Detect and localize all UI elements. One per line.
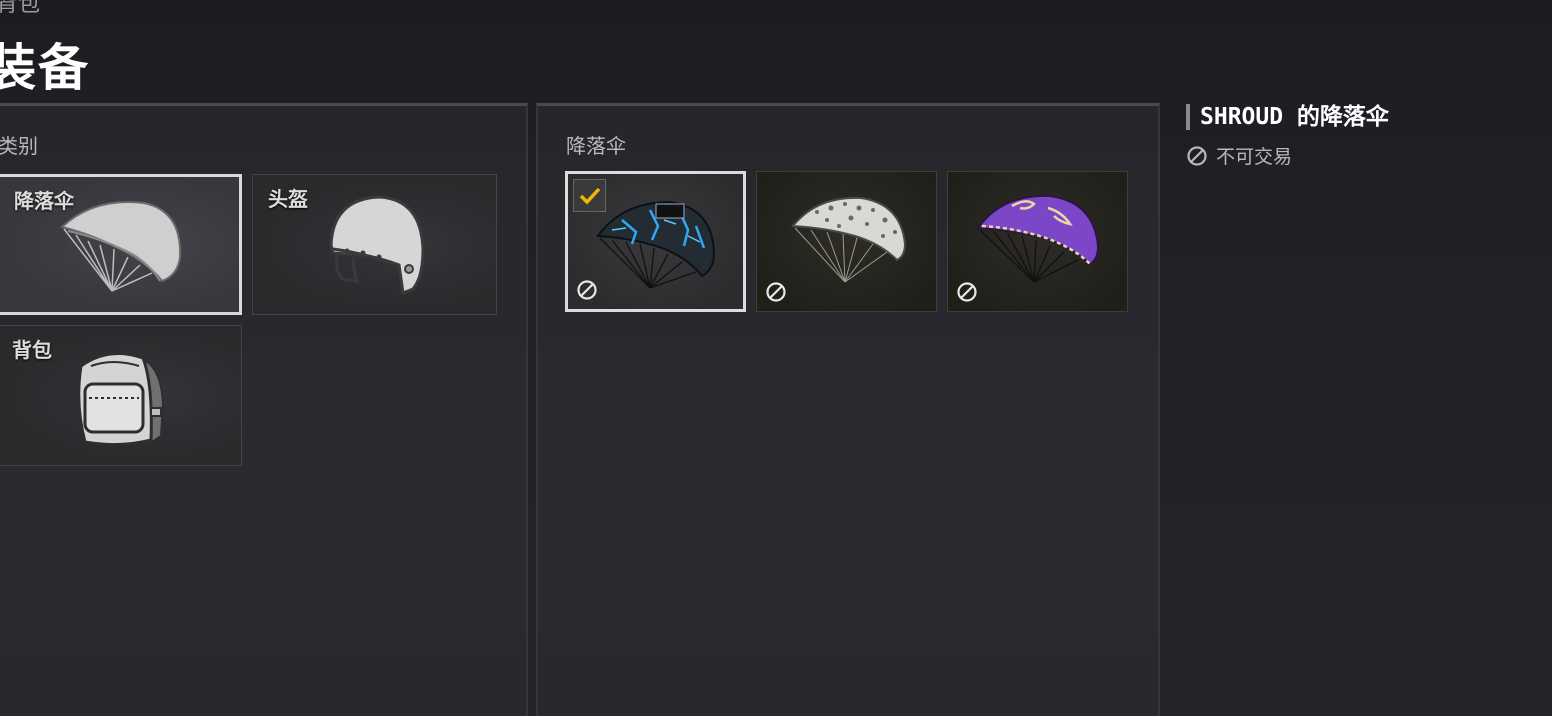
- category-label-helmet: 头盔: [268, 187, 308, 211]
- page-title: 装备: [0, 39, 90, 97]
- item-details: SHROUD 的降落伞 不可交易: [1186, 104, 1389, 169]
- breadcrumb[interactable]: 背包: [0, 0, 40, 18]
- item-details-title: SHROUD 的降落伞: [1186, 104, 1389, 130]
- category-panel: 类别 降落伞 头盔 背包: [0, 103, 528, 716]
- parachute-purple-art: [976, 194, 1100, 283]
- not-tradable-icon: [577, 280, 597, 300]
- category-label-parachute: 降落伞: [14, 189, 74, 213]
- parachute-icon: [59, 201, 182, 292]
- category-tile-backpack[interactable]: 背包: [0, 325, 242, 466]
- parachute-item-white-pattern[interactable]: [756, 171, 937, 312]
- category-tile-helmet[interactable]: 头盔: [252, 174, 497, 315]
- not-tradable-icon: [957, 282, 977, 302]
- category-label-backpack: 背包: [12, 338, 52, 362]
- not-tradable-icon: [1187, 145, 1207, 166]
- helmet-icon: [329, 195, 425, 296]
- item-section-label: 降落伞: [566, 134, 626, 158]
- parachute-white-art: [791, 196, 907, 283]
- parachute-item-purple-dragon[interactable]: [947, 171, 1128, 312]
- item-details-status-text: 不可交易: [1216, 146, 1293, 168]
- category-tile-parachute[interactable]: 降落伞: [0, 174, 242, 315]
- item-details-status: 不可交易: [1186, 142, 1389, 169]
- not-tradable-icon: [766, 282, 786, 302]
- backpack-icon: [77, 352, 165, 447]
- parachute-blue-art: [596, 200, 716, 289]
- parachute-item-blue-lightning[interactable]: [565, 171, 746, 312]
- category-section-label: 类别: [0, 134, 38, 158]
- equipment-screen: 背包 装备 类别 降落伞 头盔 背包 降落伞 SHROUD 的降落伞 不可交易: [0, 0, 1552, 716]
